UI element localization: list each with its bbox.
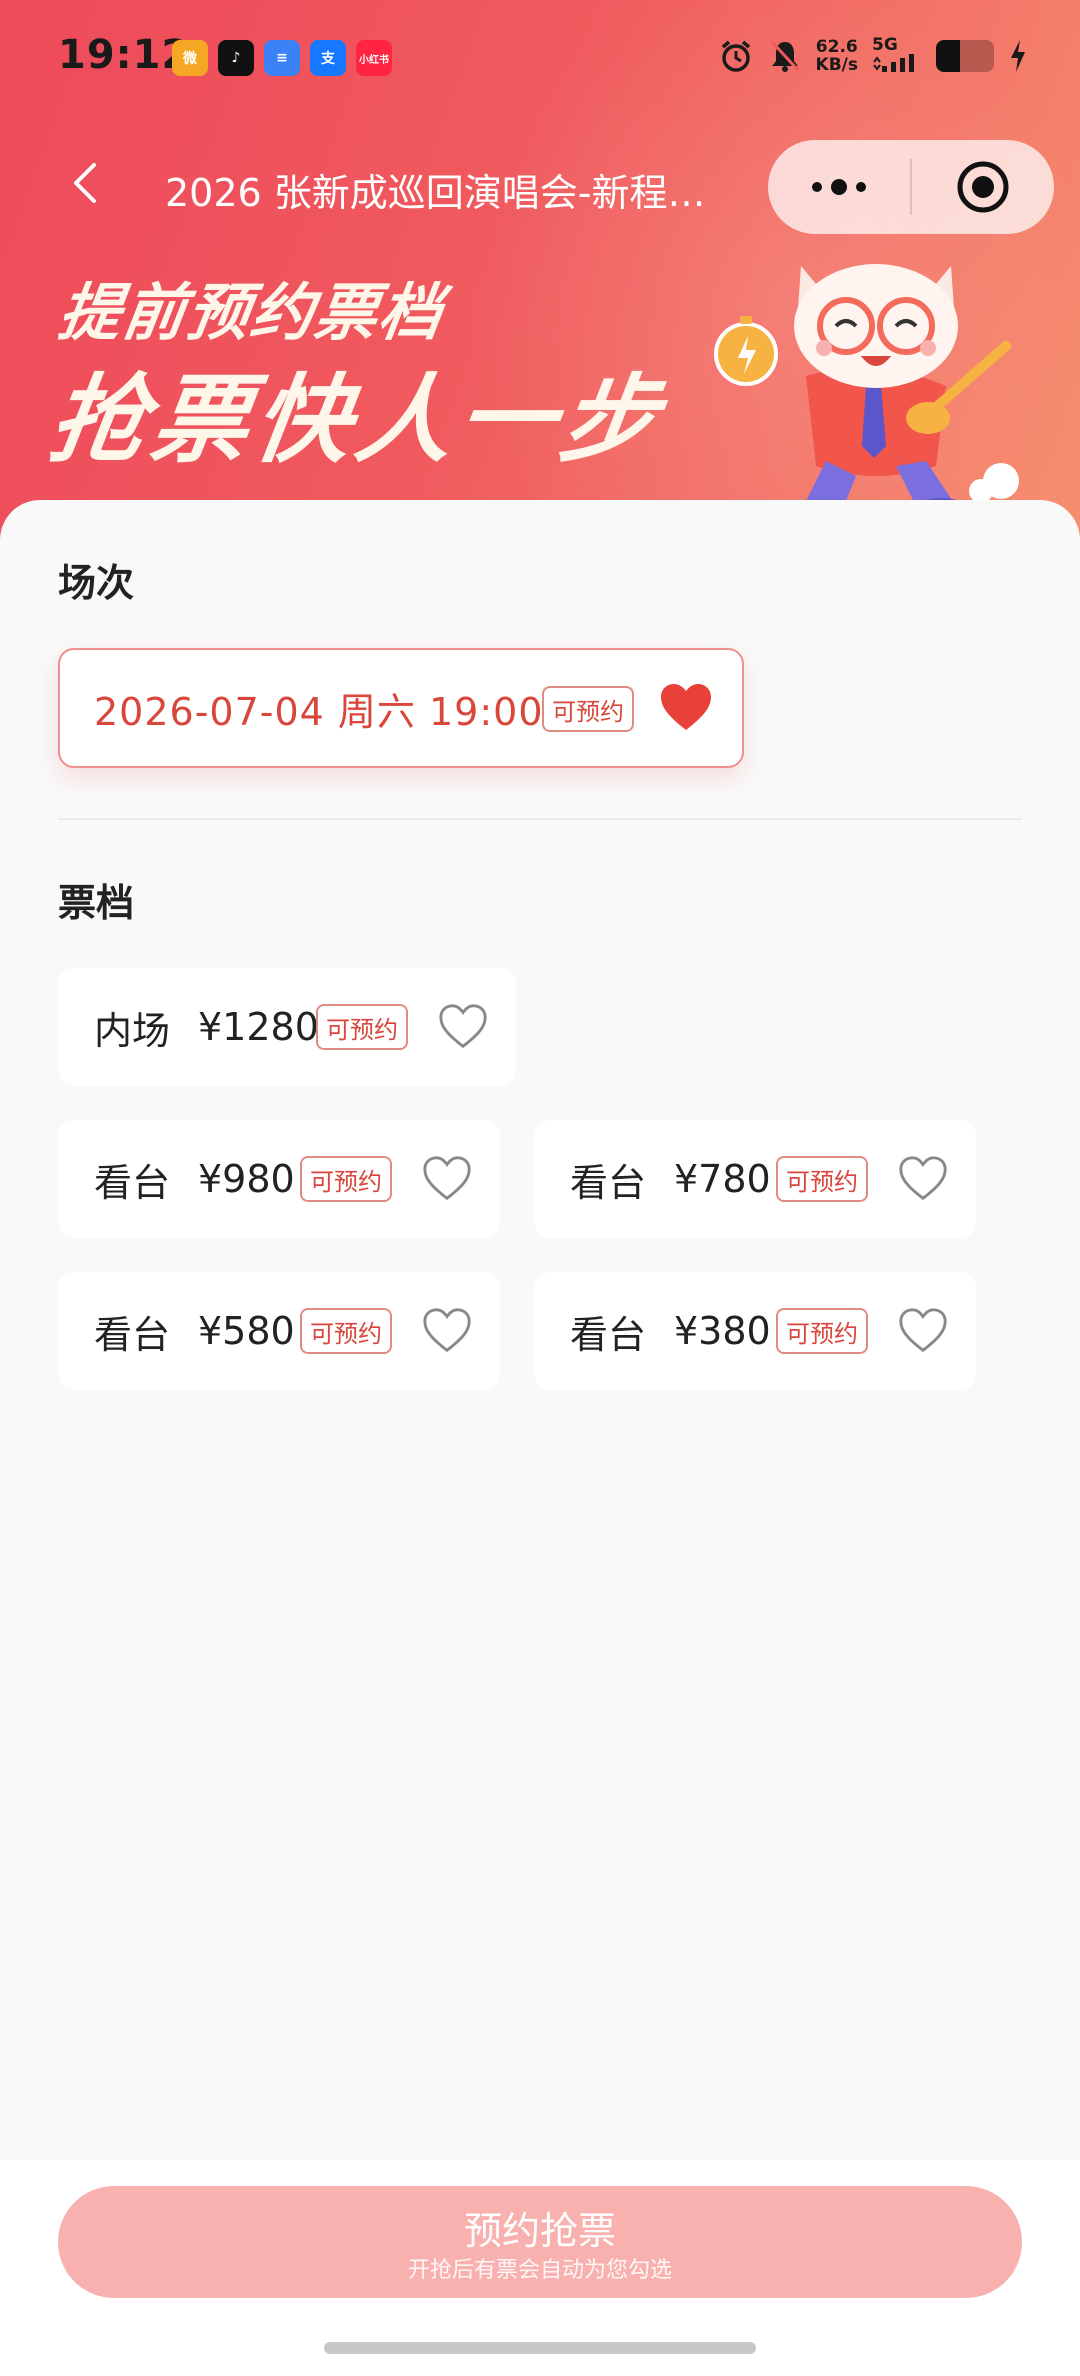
reserve-ticket-button[interactable]: 预约抢票 开抢后有票会自动为您勾选 xyxy=(58,2186,1022,2298)
tier-price: ¥980 xyxy=(198,1157,295,1201)
ticket-tier-option[interactable]: 看台 ¥380 可预约 xyxy=(534,1272,976,1390)
battery-icon xyxy=(936,40,994,72)
charging-icon xyxy=(1011,40,1025,72)
session-section-title: 场次 xyxy=(58,561,135,605)
weibo-icon: 微 xyxy=(172,40,208,76)
reservable-badge: 可预约 xyxy=(776,1156,868,1202)
tier-price: ¥380 xyxy=(674,1309,771,1353)
reservable-badge: 可预约 xyxy=(300,1156,392,1202)
mute-icon xyxy=(770,40,799,72)
network-type: 5G xyxy=(872,35,898,55)
close-miniprogram-button[interactable] xyxy=(912,140,1054,234)
tier-area: 看台 xyxy=(94,1312,171,1357)
tier-area: 看台 xyxy=(570,1160,647,1205)
xiaohongshu-icon: 小红书 xyxy=(356,40,392,76)
ticket-tier-option[interactable]: 看台 ¥780 可预约 xyxy=(534,1120,976,1238)
home-indicator[interactable] xyxy=(324,2342,756,2354)
net-speed: 62.6 KB/s xyxy=(815,37,858,75)
reserve-button-hint: 开抢后有票会自动为您勾选 xyxy=(407,2258,672,2283)
status-indicators: 62.6 KB/s 5G xyxy=(718,36,1028,76)
tiktok-icon: ♪ xyxy=(218,40,254,76)
page-title: 2026 张新成巡回演唱会-新程… xyxy=(165,171,706,215)
signal-indicator: 5G xyxy=(872,36,922,76)
ticket-tier-option[interactable]: 内场 ¥1280 可预约 xyxy=(58,968,516,1086)
reservable-badge: 可预约 xyxy=(776,1308,868,1354)
reservable-badge: 可预约 xyxy=(316,1004,408,1050)
alarm-icon xyxy=(721,40,750,72)
section-divider xyxy=(58,818,1022,820)
target-close-icon xyxy=(957,161,1009,213)
heart-outline-icon[interactable] xyxy=(896,1304,950,1358)
tier-section-title: 票档 xyxy=(58,881,135,925)
status-time: 19:12 xyxy=(58,32,191,78)
miniprogram-capsule xyxy=(768,140,1054,234)
session-datetime: 2026-07-04 周六 19:00 xyxy=(94,689,544,734)
chevron-left-icon xyxy=(74,163,96,203)
tier-area: 内场 xyxy=(94,1008,171,1053)
ticket-tier-option[interactable]: 看台 ¥980 可预约 xyxy=(58,1120,500,1238)
heart-outline-icon[interactable] xyxy=(420,1304,474,1358)
tier-area: 看台 xyxy=(94,1160,171,1205)
more-dots-icon xyxy=(812,179,866,195)
message-icon: ≡ xyxy=(264,40,300,76)
banner-slogan-line1: 提前预约票档 xyxy=(54,276,449,349)
session-option[interactable]: 2026-07-04 周六 19:00 可预约 xyxy=(58,648,744,768)
tier-price: ¥580 xyxy=(198,1309,295,1353)
ticket-tier-option[interactable]: 看台 ¥580 可预约 xyxy=(58,1272,500,1390)
alipay-icon: 支 xyxy=(310,40,346,76)
signal-icon xyxy=(873,54,914,72)
reserve-button-label: 预约抢票 xyxy=(463,2209,616,2253)
heart-outline-icon[interactable] xyxy=(420,1152,474,1206)
heart-outline-icon[interactable] xyxy=(436,1000,490,1054)
notification-app-icons: 微 ♪ ≡ 支 小红书 xyxy=(172,40,392,76)
heart-outline-icon[interactable] xyxy=(896,1152,950,1206)
status-bar: 19:12 微 ♪ ≡ 支 小红书 62.6 KB/s 5G xyxy=(0,0,1080,120)
tier-area: 看台 xyxy=(570,1312,647,1357)
tier-price: ¥780 xyxy=(674,1157,771,1201)
banner-slogan-line2: 抢票快人一步 xyxy=(42,364,671,476)
more-button[interactable] xyxy=(768,140,910,234)
reservable-badge: 可预约 xyxy=(542,686,634,732)
back-button[interactable] xyxy=(60,158,110,208)
tier-price: ¥1280 xyxy=(198,1005,319,1049)
heart-filled-icon[interactable] xyxy=(658,680,714,736)
reservable-badge: 可预约 xyxy=(300,1308,392,1354)
